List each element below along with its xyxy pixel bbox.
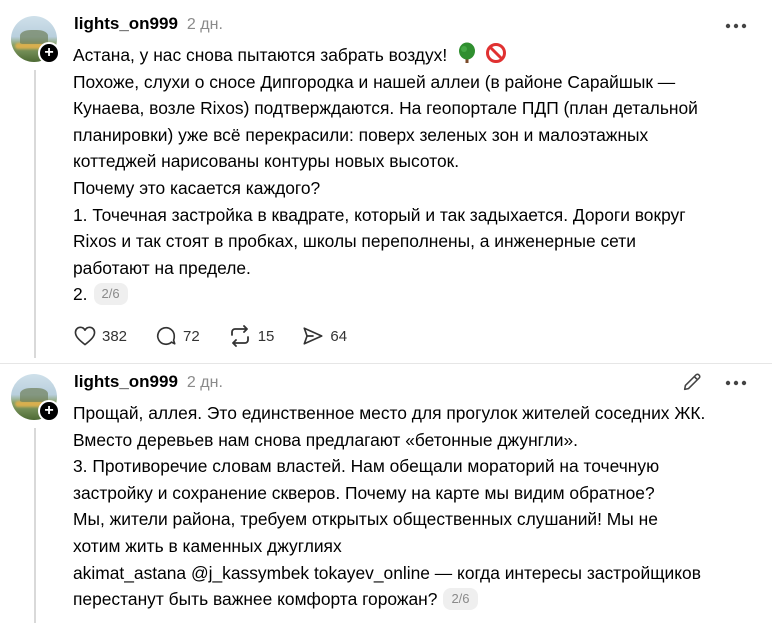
post-line: застройку и сохранение скверов. Почему н… — [73, 482, 655, 503]
repost-icon — [230, 325, 249, 347]
username[interactable]: lights_on999 — [74, 372, 178, 392]
post-line: Кунаева, возле Rixos) подтверждаются. На… — [73, 98, 698, 119]
post-line: Астана, у нас снова пытаются забрать воз… — [73, 45, 448, 65]
comment-count: 72 — [183, 327, 200, 345]
repost-count: 15 — [257, 327, 275, 345]
like-icon — [74, 326, 96, 346]
post-line: планировки) уже всё перекрасили: поверх … — [73, 124, 649, 145]
post-line: работают на пределе. — [73, 257, 251, 278]
post-line: Вместо деревьев нам снова предлагают «бе… — [73, 429, 579, 450]
post-line: akimat_astana @j_kassymbek tokayev_onlin… — [73, 562, 701, 583]
comment-button[interactable]: 72 — [155, 325, 200, 347]
avatar[interactable]: + — [11, 16, 60, 64]
like-button[interactable]: 382 — [74, 326, 127, 346]
post-line: Rixos и так стоят в пробках, школы переп… — [73, 231, 636, 252]
prohibited-emoji-icon — [485, 43, 506, 63]
share-count: 64 — [330, 327, 348, 345]
follow-plus-icon[interactable]: + — [38, 42, 60, 64]
post-line: Похоже, слухи о сносе Дипгородка и нашей… — [73, 71, 676, 92]
timestamp[interactable]: 2 дн. — [187, 374, 223, 392]
avatar[interactable]: + — [11, 374, 60, 422]
post-line: 2. — [73, 284, 88, 305]
post-header: lights_on999 2 дн. — [74, 14, 223, 34]
post-body: Прощай, аллея. Это единственное место дл… — [73, 400, 705, 613]
tree-emoji-icon — [459, 42, 476, 63]
post-actions: 382 72 15 64 — [74, 325, 375, 347]
post-line: 3. Противоречие словам властей. Нам обещ… — [73, 456, 660, 477]
timestamp[interactable]: 2 дн. — [187, 16, 223, 34]
page-badge: 2/6 — [443, 588, 478, 611]
follow-plus-icon[interactable]: + — [38, 400, 60, 422]
post-line: перестанут быть важнее комфорта горожан? — [73, 589, 438, 610]
thread-line — [34, 428, 36, 623]
post-line: хотим жить в каменных джуглиях — [73, 535, 342, 556]
repost-button[interactable]: 15 — [228, 325, 275, 347]
username[interactable]: lights_on999 — [74, 14, 178, 34]
post-line: Прощай, аллея. Это единственное место дл… — [73, 403, 706, 423]
post-header: lights_on999 2 дн. — [74, 372, 223, 392]
post-line: Мы, жители района, требуем открытых обще… — [73, 509, 658, 530]
more-icon[interactable] — [725, 380, 747, 386]
more-icon[interactable] — [725, 23, 747, 29]
post-line: коттеджей нарисованы контуры новых высот… — [73, 151, 460, 172]
share-icon — [303, 327, 323, 345]
like-count: 382 — [102, 327, 128, 345]
edit-icon[interactable] — [681, 371, 703, 393]
comment-icon — [156, 326, 176, 345]
share-button[interactable]: 64 — [302, 325, 347, 347]
post-divider — [0, 363, 772, 364]
post-line: 1. Точечная застройка в квадрате, которы… — [73, 204, 686, 225]
page-badge: 2/6 — [93, 283, 128, 306]
thread-line — [34, 70, 36, 358]
post-body: Астана, у нас снова пытаются забрать воз… — [73, 42, 698, 308]
post-line: Почему это касается каждого? — [73, 177, 321, 198]
